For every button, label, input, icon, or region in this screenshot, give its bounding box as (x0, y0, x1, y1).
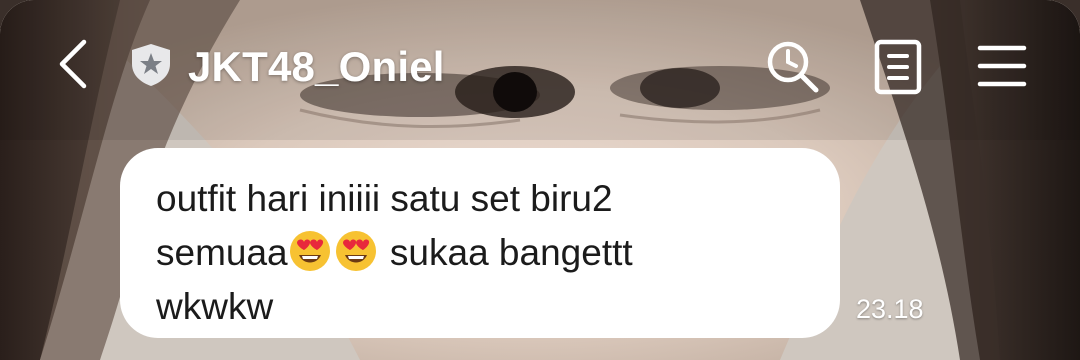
chat-title: JKT48_Oniel (188, 43, 445, 90)
message-line-2: semuaa sukaa bangettt (156, 226, 810, 280)
message-line-2-suffix: sukaa bangettt (379, 232, 633, 273)
search-icon[interactable] (764, 38, 822, 96)
shield-star-icon (132, 44, 170, 86)
chevron-left-icon[interactable] (50, 36, 94, 92)
message-line-2-prefix: semuaa (156, 232, 288, 273)
notes-icon[interactable] (872, 38, 924, 96)
chat-screen: JKT48_Oniel outfit hari iniiii satu set … (0, 0, 1080, 360)
message-line-3: wkwkw (156, 286, 274, 327)
heart-eyes-emoji-icon (289, 231, 330, 271)
message-bubble[interactable]: outfit hari iniiii satu set biru2 semuaa… (120, 148, 840, 338)
menu-icon[interactable] (976, 40, 1028, 92)
message-timestamp: 23.18 (856, 294, 924, 324)
heart-eyes-emoji-icon (335, 231, 376, 271)
chat-header: JKT48_Oniel (0, 0, 1080, 135)
message-line-1: outfit hari iniiii satu set biru2 (156, 178, 613, 219)
